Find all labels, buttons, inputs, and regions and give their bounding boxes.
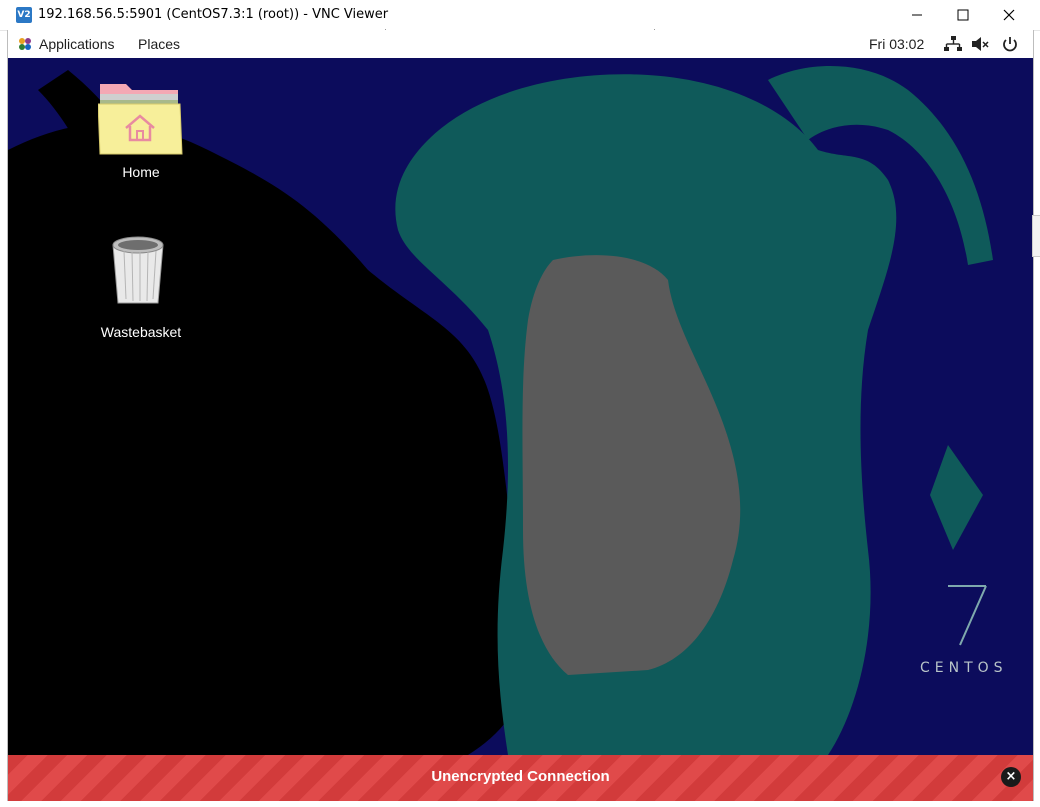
gnome-top-panel: Applications Places Fri 03:02	[8, 30, 1033, 58]
window-title: 192.168.56.5:5901 (CentOS7.3:1 (root)) -…	[38, 7, 389, 22]
minimize-icon	[912, 14, 922, 16]
host-window-edge-right	[1032, 215, 1040, 257]
unencrypted-connection-banner: Unencrypted Connection ×	[8, 755, 1033, 801]
close-circle-icon[interactable]: ×	[1001, 767, 1021, 787]
vnc-viewer-titlebar[interactable]: V2 192.168.56.5:5901 (CentOS7.3:1 (root)…	[0, 0, 1040, 31]
applications-icon	[19, 38, 31, 50]
panel-clock[interactable]: Fri 03:02	[869, 36, 924, 52]
close-icon	[1003, 9, 1015, 21]
trash-icon	[112, 236, 174, 307]
home-folder-icon	[98, 84, 183, 155]
maximize-button[interactable]	[940, 0, 986, 30]
volume-muted-icon[interactable]	[971, 36, 989, 52]
remote-desktop-frame[interactable]: CENTOS Applications Places Fri 03:02 Hom…	[7, 30, 1034, 801]
desktop-icon-label: Wastebasket	[100, 324, 182, 340]
network-icon[interactable]	[944, 36, 962, 52]
desktop-icon-label: Home	[122, 164, 160, 180]
desktop-icon-home[interactable]: Home	[81, 76, 201, 186]
maximize-icon	[957, 9, 969, 21]
applications-menu[interactable]: Applications	[39, 36, 115, 52]
desktop-icon-wastebasket[interactable]: Wastebasket	[81, 233, 201, 343]
desktop-area[interactable]: Home Wastebasket	[8, 58, 1033, 755]
close-button[interactable]	[986, 0, 1032, 30]
minimize-button[interactable]	[894, 0, 940, 30]
places-menu[interactable]: Places	[138, 36, 180, 52]
vnc-app-icon: V2	[16, 7, 32, 23]
host-window-edge	[0, 0, 7, 807]
power-icon[interactable]	[1001, 36, 1019, 52]
banner-message: Unencrypted Connection	[431, 768, 610, 785]
